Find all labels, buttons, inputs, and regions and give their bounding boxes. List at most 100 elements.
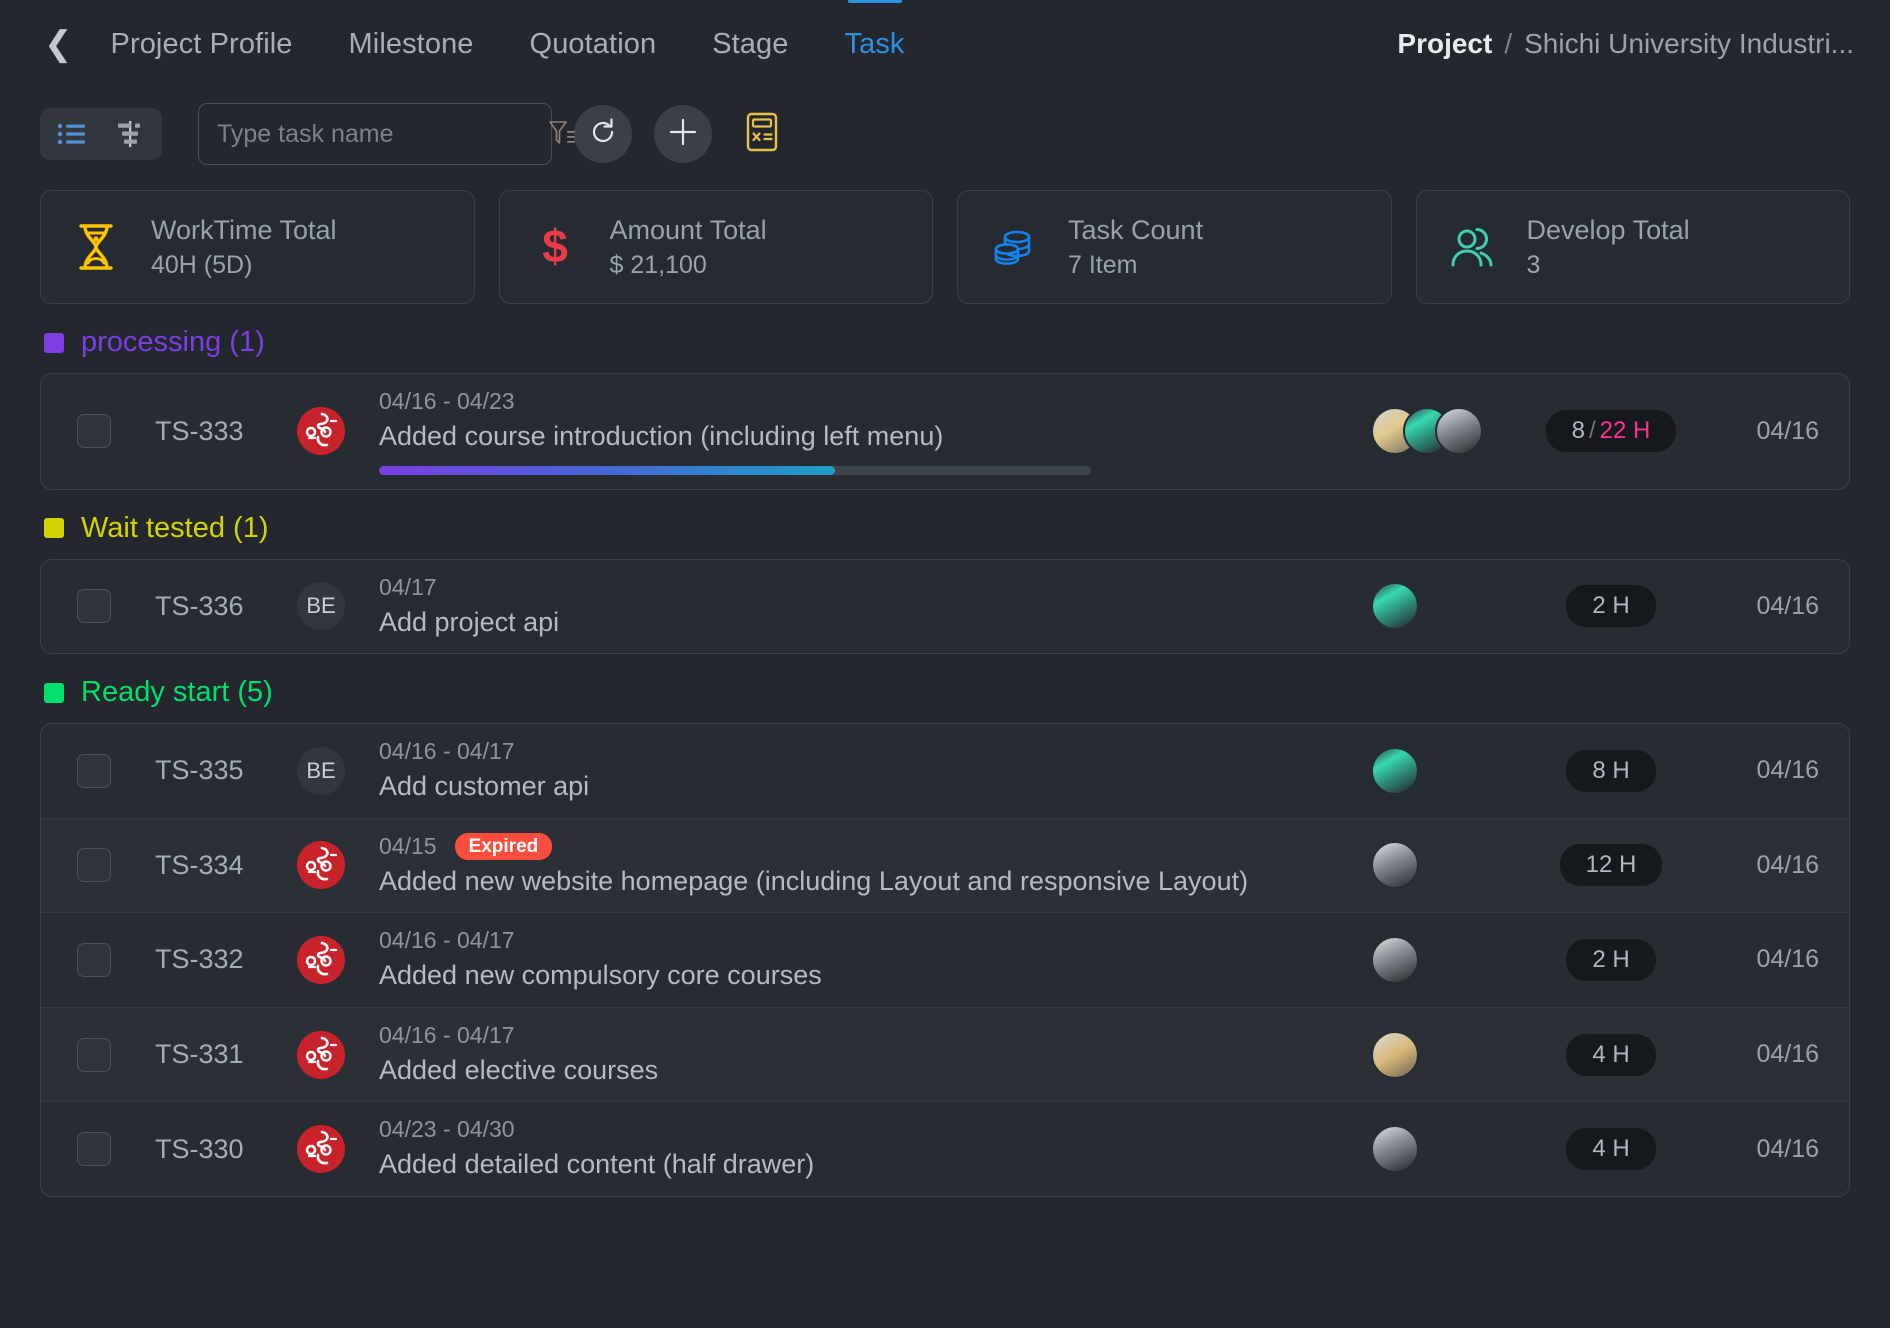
add-task-button[interactable] xyxy=(654,105,712,163)
stat-label: Task Count xyxy=(1068,214,1204,245)
assignee-avatar[interactable] xyxy=(1371,582,1419,631)
task-row[interactable]: TS-330 04/23 - 04/30 Added detailed conten… xyxy=(41,1102,1849,1196)
top-navigation-bar: ❮ Project Profile Milestone Quotation Stage… xyxy=(0,0,1890,88)
task-type-avatar: BE xyxy=(297,746,345,795)
task-checkbox[interactable] xyxy=(77,414,111,449)
nav-tab-stage[interactable]: Stage xyxy=(712,0,788,88)
project-logo-avatar xyxy=(297,841,345,890)
task-dates-row: 04/16 - 04/17 xyxy=(379,927,1351,954)
nav-tab-quotation[interactable]: Quotation xyxy=(530,0,657,88)
dollar-icon: $ xyxy=(526,218,584,276)
task-group-header[interactable]: Wait tested (1) xyxy=(40,490,1850,559)
task-checkbox[interactable] xyxy=(77,753,111,788)
users-icon xyxy=(1443,218,1501,276)
task-main: 04/15 Expired Added new website homepage (… xyxy=(379,832,1371,899)
breadcrumb-current-project: Shichi University Industri... xyxy=(1524,28,1854,59)
stat-card-amount-total[interactable]: $ Amount Total $ 21,100 xyxy=(498,190,933,304)
hours-value: 4 H xyxy=(1592,1135,1630,1163)
task-hours-cell: 2 H xyxy=(1521,938,1701,981)
stat-value: 7 Item xyxy=(1068,250,1138,279)
task-toolbar xyxy=(0,88,1890,180)
task-created-date: 04/16 xyxy=(1756,756,1819,785)
task-type-avatar: BE xyxy=(297,582,345,631)
task-title: Add project api xyxy=(379,606,560,637)
hours-badge: 2 H xyxy=(1566,938,1656,981)
task-main: 04/16 - 04/23 Added course introduction (… xyxy=(379,388,1371,475)
nav-tab-milestone[interactable]: Milestone xyxy=(349,0,474,88)
task-progress-bar xyxy=(379,465,1091,475)
assignee-avatar[interactable] xyxy=(1371,841,1419,890)
group-status-chip xyxy=(44,332,64,353)
task-checkbox[interactable] xyxy=(77,1037,111,1072)
nav-tab-task[interactable]: Task xyxy=(845,0,905,88)
stat-card-task-count[interactable]: Task Count 7 Item xyxy=(957,190,1392,304)
task-code: TS-333 xyxy=(155,415,244,446)
hours-total: 22 H xyxy=(1599,417,1651,445)
task-group-header[interactable]: processing (1) xyxy=(40,304,1850,373)
assignee-avatar[interactable] xyxy=(1371,746,1419,795)
task-hours-cell: 2 H xyxy=(1521,585,1701,628)
task-checkbox[interactable] xyxy=(77,589,111,624)
coins-stack-icon xyxy=(984,218,1042,276)
calculator-button[interactable] xyxy=(734,106,790,162)
hours-value: 12 H xyxy=(1585,851,1637,879)
assignee-avatar[interactable] xyxy=(1371,1030,1419,1079)
task-row[interactable]: TS-335 BE 04/16 - 04/17 Add customer api 8 H… xyxy=(41,724,1849,819)
project-logo-avatar xyxy=(297,935,345,984)
group-label: processing (1) xyxy=(81,326,265,358)
hours-spent: 8 xyxy=(1571,417,1585,445)
stat-label: Amount Total xyxy=(609,214,767,245)
task-date-range: 04/17 xyxy=(379,573,437,600)
task-dates-row: 04/17 xyxy=(379,574,1351,601)
task-hours-cell: 4 H xyxy=(1521,1128,1701,1171)
hours-badge: 4 H xyxy=(1566,1128,1656,1171)
assignee-avatar[interactable] xyxy=(1371,935,1419,984)
stat-card-develop-total[interactable]: Develop Total 3 xyxy=(1415,190,1850,304)
assignee-avatar-stack xyxy=(1371,841,1521,890)
assignee-avatar-stack xyxy=(1371,582,1521,631)
task-main: 04/17 Add project api xyxy=(379,574,1371,640)
back-chevron-icon[interactable]: ❮ xyxy=(44,27,73,61)
task-checkbox[interactable] xyxy=(77,1132,111,1167)
group-status-chip xyxy=(44,682,64,703)
task-created-date: 04/16 xyxy=(1756,945,1819,974)
task-checkbox[interactable] xyxy=(77,942,111,977)
filter-funnel-icon[interactable] xyxy=(547,118,577,150)
task-group-header[interactable]: Ready start (5) xyxy=(40,654,1850,723)
assignee-avatar[interactable] xyxy=(1371,1125,1419,1174)
breadcrumb-project-link[interactable]: Project xyxy=(1397,28,1492,60)
stat-card-worktime-total[interactable]: WorkTime Total 40H (5D) xyxy=(40,190,475,304)
task-row[interactable]: TS-336 BE 04/17 Add project api 2 H 04/16 xyxy=(41,560,1849,654)
stat-label: WorkTime Total xyxy=(151,214,337,245)
project-logo-avatar xyxy=(297,407,345,456)
task-title: Added elective courses xyxy=(379,1054,659,1085)
search-field-wrapper[interactable] xyxy=(198,103,575,165)
task-checkbox[interactable] xyxy=(77,848,111,883)
task-code: TS-330 xyxy=(155,1133,244,1164)
list-view-icon[interactable] xyxy=(46,112,98,156)
task-title: Added course introduction (including lef… xyxy=(379,421,944,451)
task-dates-row: 04/15 Expired xyxy=(379,832,1351,860)
task-date-range: 04/15 xyxy=(379,832,437,859)
group-label: Ready start (5) xyxy=(81,676,273,709)
stat-value: 3 xyxy=(1526,250,1541,279)
task-row[interactable]: TS-331 04/16 - 04/17 Added elective course… xyxy=(41,1007,1849,1103)
hours-value: 8 H xyxy=(1592,756,1630,784)
nav-tab-project-profile[interactable]: Project Profile xyxy=(111,0,293,88)
breadcrumb: Project / Shichi University Industri... xyxy=(1397,28,1854,60)
task-main: 04/23 - 04/30 Added detailed content (hal… xyxy=(379,1116,1371,1182)
task-created-date: 04/16 xyxy=(1756,1134,1819,1163)
task-row[interactable]: TS-334 04/15 Expired Added new website home… xyxy=(41,818,1849,914)
task-main: 04/16 - 04/17 Add customer api xyxy=(379,738,1371,804)
assignee-avatar[interactable] xyxy=(1435,407,1483,456)
refresh-button[interactable] xyxy=(574,105,632,163)
gantt-view-icon[interactable] xyxy=(104,112,156,156)
task-created-date: 04/16 xyxy=(1756,591,1819,620)
task-row[interactable]: TS-332 04/16 - 04/17 Added new compulsory … xyxy=(41,913,1849,1008)
task-list: TS-336 BE 04/17 Add project api 2 H 04/16 xyxy=(40,558,1850,655)
assignee-avatar-stack xyxy=(1371,935,1521,984)
search-input[interactable] xyxy=(217,119,539,149)
view-mode-toggle xyxy=(40,108,162,160)
task-row[interactable]: TS-333 04/16 - 04/23 Added course introduc… xyxy=(41,374,1849,489)
task-code: TS-331 xyxy=(155,1039,244,1069)
